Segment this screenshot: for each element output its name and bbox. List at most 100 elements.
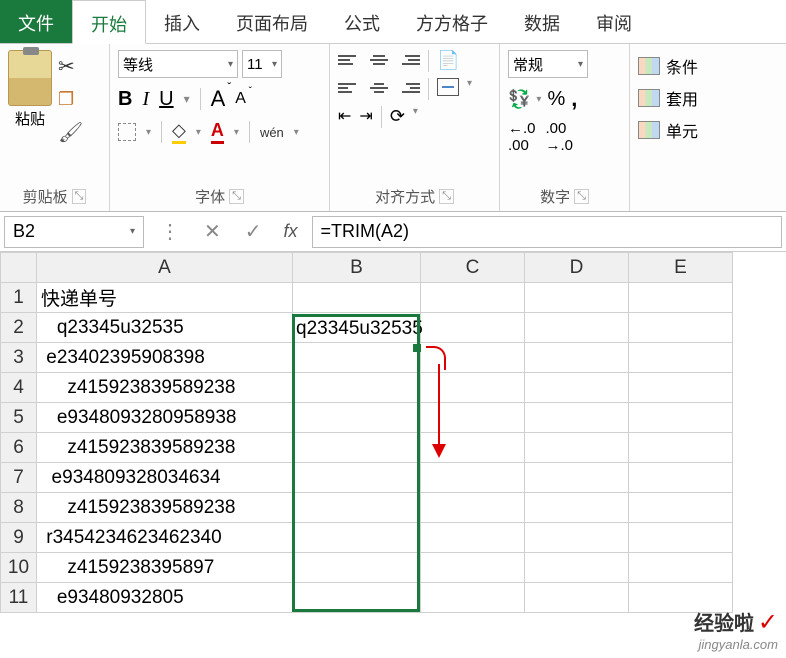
- col-header-e[interactable]: E: [629, 253, 733, 283]
- orientation-icon[interactable]: ⟳: [390, 106, 405, 128]
- font-size-combo[interactable]: 11▾: [242, 50, 282, 78]
- paste-button[interactable]: 粘贴: [15, 108, 45, 129]
- format-table-button[interactable]: 套用: [638, 86, 778, 110]
- cell[interactable]: [629, 313, 733, 343]
- decrease-font-icon[interactable]: A: [235, 90, 246, 108]
- cell[interactable]: 快递单号: [37, 283, 293, 313]
- cell[interactable]: z415923839589238: [37, 373, 293, 403]
- increase-decimal-icon[interactable]: ←.0.00: [508, 120, 536, 154]
- align-right-icon[interactable]: [398, 78, 420, 98]
- number-format-combo[interactable]: 常规▾: [508, 50, 588, 78]
- cell[interactable]: [525, 463, 629, 493]
- align-center-icon[interactable]: [368, 78, 390, 98]
- grid[interactable]: A B C D E 1快递单号 2 q23345u32535 3 e234023…: [0, 252, 733, 613]
- cell[interactable]: z415923839589238: [37, 493, 293, 523]
- phonetic-icon[interactable]: wén: [260, 125, 284, 140]
- accept-formula-icon[interactable]: ✓: [237, 219, 270, 244]
- cell[interactable]: [293, 283, 421, 313]
- copy-icon[interactable]: ❐: [58, 89, 83, 110]
- wrap-text-icon[interactable]: 📄: [437, 50, 459, 72]
- cell[interactable]: [293, 373, 421, 403]
- cell[interactable]: [293, 523, 421, 553]
- comma-icon[interactable]: ,: [571, 86, 577, 112]
- merge-icon[interactable]: [437, 78, 459, 96]
- cell[interactable]: [525, 373, 629, 403]
- increase-indent-icon[interactable]: ⇥: [359, 106, 372, 128]
- cancel-formula-icon[interactable]: ✕: [196, 219, 229, 244]
- decrease-indent-icon[interactable]: ⇤: [338, 106, 351, 128]
- underline-button[interactable]: U: [159, 88, 173, 111]
- row-header[interactable]: 4: [1, 373, 37, 403]
- select-all-corner[interactable]: [1, 253, 37, 283]
- cell[interactable]: e934809328034634: [37, 463, 293, 493]
- cell[interactable]: [421, 373, 525, 403]
- cell[interactable]: [525, 553, 629, 583]
- cell[interactable]: [525, 493, 629, 523]
- cell[interactable]: r3454234623462340: [37, 523, 293, 553]
- cut-icon[interactable]: ✂: [58, 54, 83, 79]
- cell[interactable]: [293, 343, 421, 373]
- row-header[interactable]: 1: [1, 283, 37, 313]
- row-header[interactable]: 6: [1, 433, 37, 463]
- cell[interactable]: [421, 463, 525, 493]
- font-color-icon[interactable]: A: [211, 120, 224, 144]
- border-icon[interactable]: [118, 123, 136, 141]
- clipboard-launcher[interactable]: ⤡: [72, 189, 87, 204]
- row-header[interactable]: 10: [1, 553, 37, 583]
- tab-layout[interactable]: 页面布局: [218, 0, 326, 43]
- cell[interactable]: [525, 583, 629, 613]
- row-header[interactable]: 7: [1, 463, 37, 493]
- italic-button[interactable]: I: [142, 88, 149, 111]
- row-header[interactable]: 8: [1, 493, 37, 523]
- cell[interactable]: q23345u32535: [37, 313, 293, 343]
- cell[interactable]: [421, 523, 525, 553]
- cell[interactable]: [629, 523, 733, 553]
- conditional-format-button[interactable]: 条件: [638, 54, 778, 78]
- cell[interactable]: [293, 433, 421, 463]
- row-header[interactable]: 2: [1, 313, 37, 343]
- currency-icon[interactable]: 💱: [508, 89, 530, 110]
- cell[interactable]: [629, 343, 733, 373]
- cell[interactable]: [629, 553, 733, 583]
- col-header-b[interactable]: B: [293, 253, 421, 283]
- cell[interactable]: [525, 313, 629, 343]
- increase-font-icon[interactable]: A: [211, 86, 226, 112]
- tab-review[interactable]: 审阅: [578, 0, 650, 43]
- cell[interactable]: [421, 403, 525, 433]
- cell[interactable]: [525, 433, 629, 463]
- cell[interactable]: [421, 283, 525, 313]
- cell[interactable]: [293, 403, 421, 433]
- percent-icon[interactable]: %: [547, 88, 565, 111]
- cell[interactable]: [421, 313, 525, 343]
- col-header-a[interactable]: A: [37, 253, 293, 283]
- row-header[interactable]: 9: [1, 523, 37, 553]
- col-header-d[interactable]: D: [525, 253, 629, 283]
- align-middle-icon[interactable]: [368, 50, 390, 70]
- fill-color-icon[interactable]: ◇: [172, 120, 186, 144]
- cell[interactable]: [629, 403, 733, 433]
- row-header[interactable]: 3: [1, 343, 37, 373]
- cell[interactable]: [525, 343, 629, 373]
- cell[interactable]: [629, 283, 733, 313]
- name-box[interactable]: B2▾: [4, 216, 144, 248]
- tab-file[interactable]: 文件: [0, 0, 72, 43]
- cell[interactable]: [421, 433, 525, 463]
- row-header[interactable]: 11: [1, 583, 37, 613]
- number-launcher[interactable]: ⤡: [574, 189, 589, 204]
- cell-style-button[interactable]: 单元: [638, 118, 778, 142]
- bold-button[interactable]: B: [118, 88, 132, 111]
- tab-formula[interactable]: 公式: [326, 0, 398, 43]
- align-launcher[interactable]: ⤡: [439, 189, 454, 204]
- cell[interactable]: e9348093280958938: [37, 403, 293, 433]
- cell[interactable]: [293, 583, 421, 613]
- align-left-icon[interactable]: [338, 78, 360, 98]
- cell[interactable]: [293, 493, 421, 523]
- align-top-icon[interactable]: [338, 50, 360, 70]
- row-header[interactable]: 5: [1, 403, 37, 433]
- font-launcher[interactable]: ⤡: [229, 189, 244, 204]
- formula-bar[interactable]: =TRIM(A2): [312, 216, 782, 248]
- fx-icon[interactable]: fx: [278, 221, 304, 242]
- cell[interactable]: [293, 553, 421, 583]
- cell[interactable]: [629, 463, 733, 493]
- paste-icon[interactable]: [8, 50, 52, 106]
